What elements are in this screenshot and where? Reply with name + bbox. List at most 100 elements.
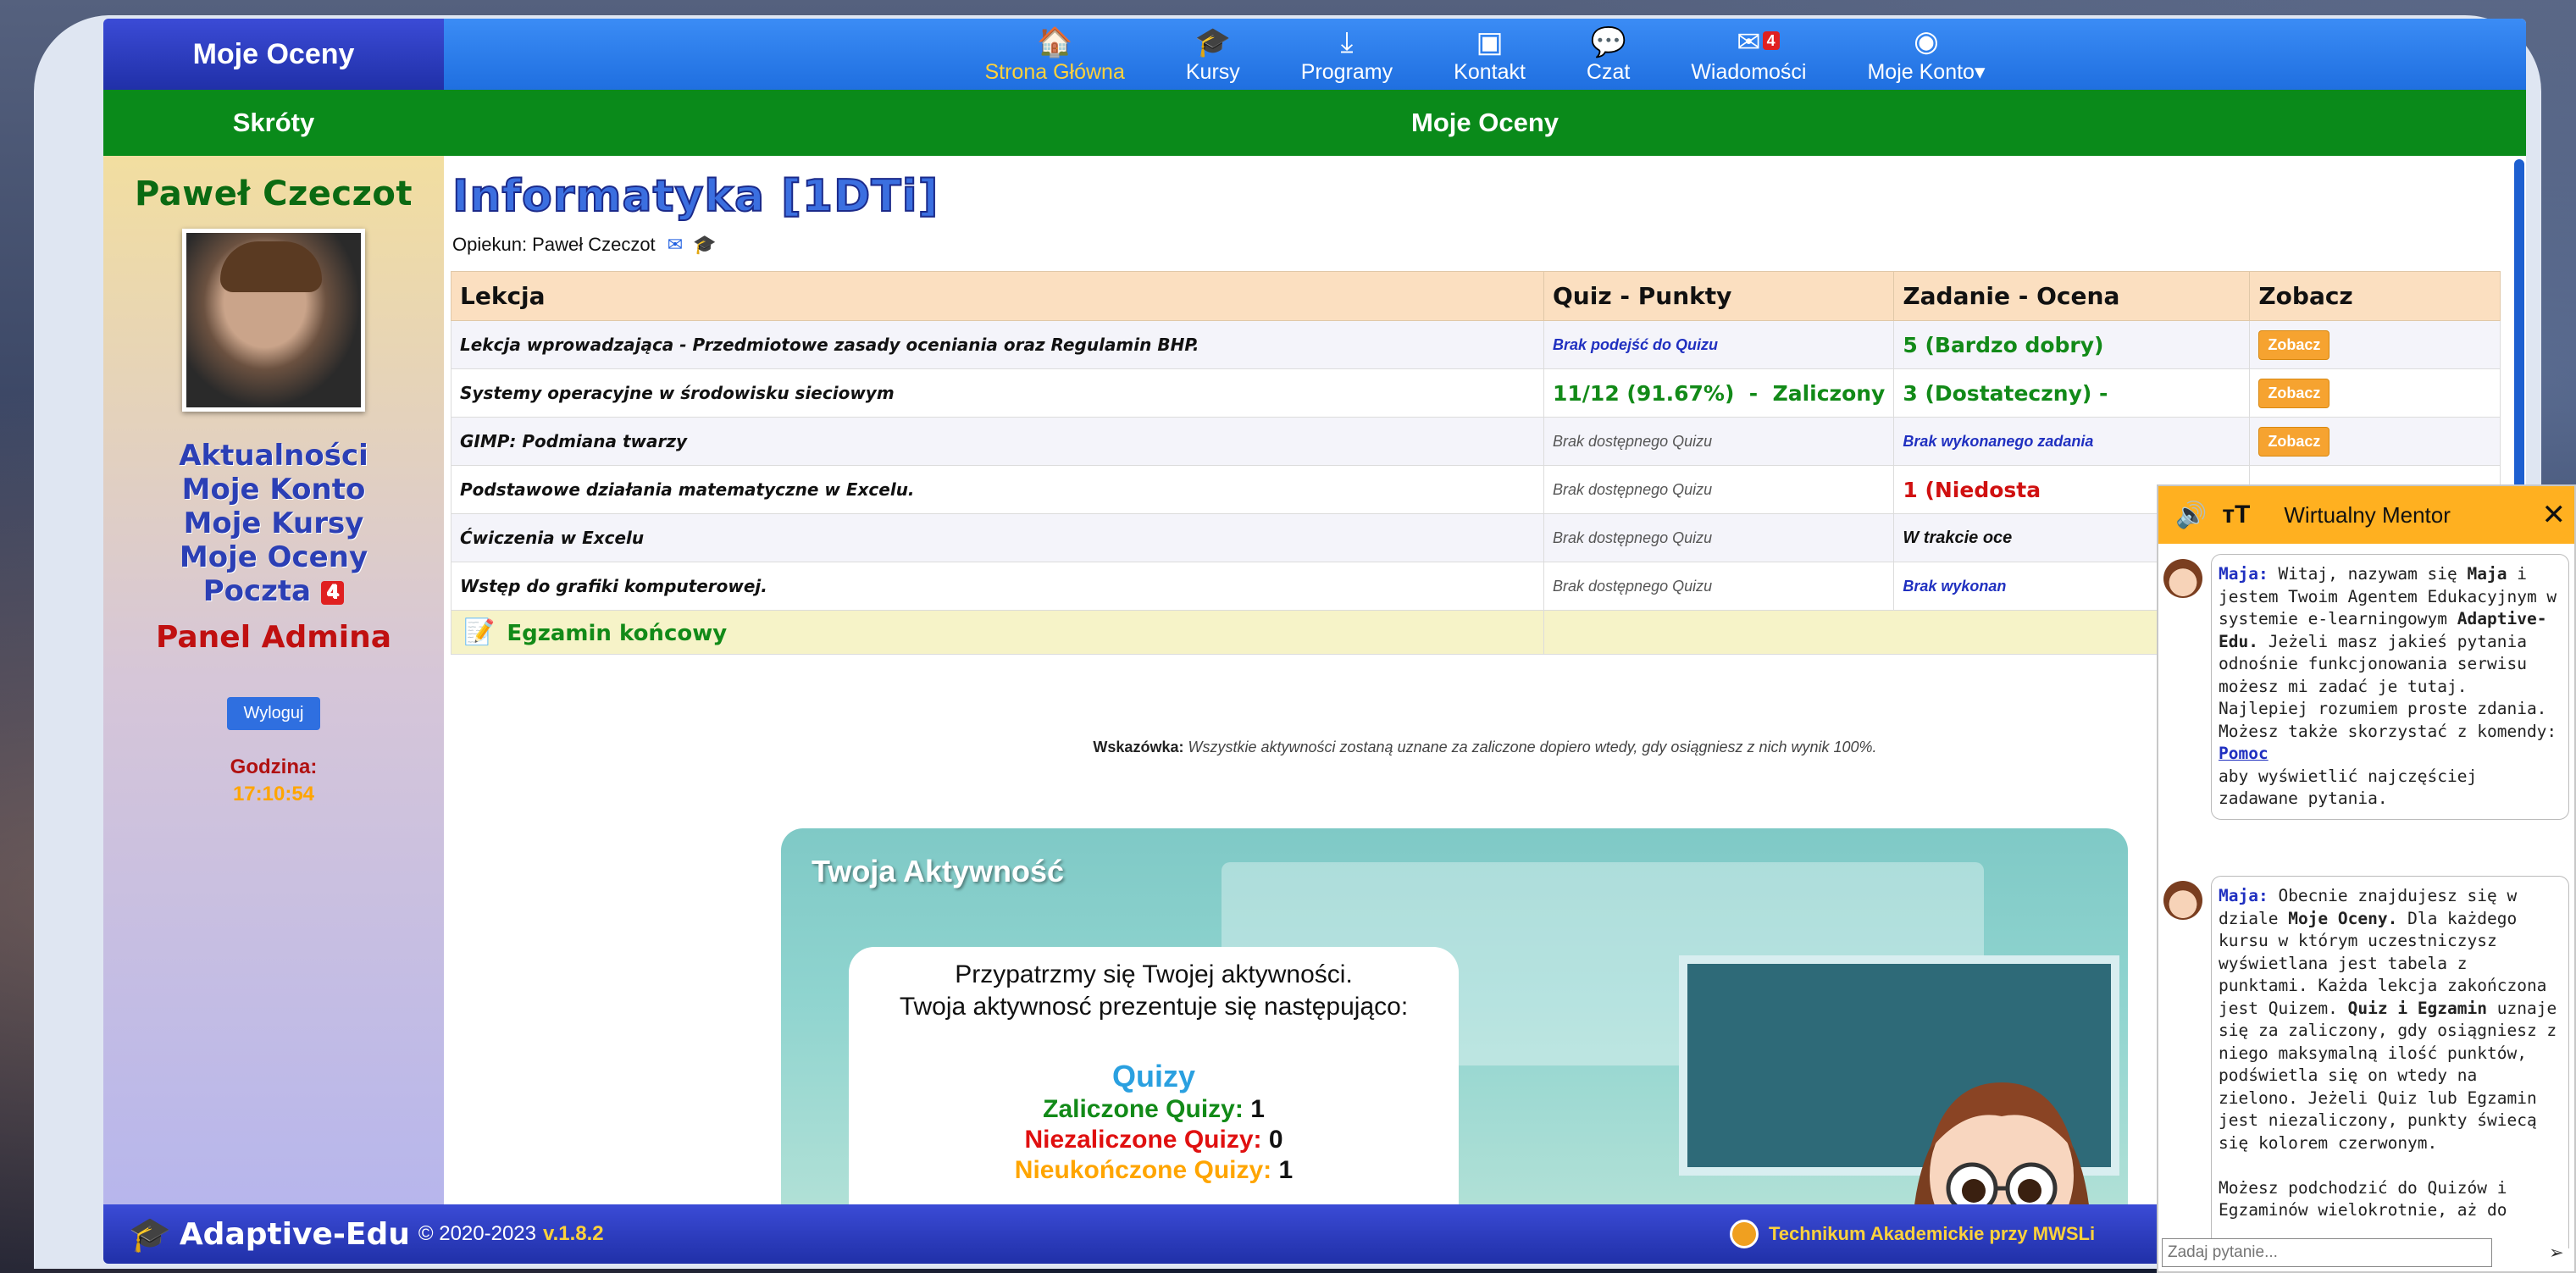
- sidebar-item-my-courses[interactable]: Moje Kursy: [103, 506, 444, 540]
- exam-label: Egzamin końcowy: [507, 621, 728, 646]
- ask-question-input[interactable]: [2162, 1238, 2492, 1267]
- stat-failed: Niezaliczone Quizy: 0: [1024, 1126, 1283, 1154]
- mentor-avatar: [2163, 559, 2202, 598]
- activity-line-2: Twoja aktywnosć prezentuje się następują…: [899, 993, 1409, 1021]
- footer-school[interactable]: Technikum Akademickie przy MWSLi: [1730, 1220, 2095, 1248]
- sidebar-item-mail[interactable]: Poczta 4: [103, 574, 444, 608]
- nav-label-with-caret: Moje Konto▾: [1867, 60, 1986, 84]
- envelope-icon[interactable]: ✉: [668, 234, 683, 255]
- quiz-cell: 11/12 (91.67%) - Zaliczony: [1543, 368, 1895, 418]
- lesson-cell: Systemy operacyjne w środowisku sieciowy…: [451, 368, 1544, 418]
- help-command-link[interactable]: Pomoc: [2219, 744, 2269, 763]
- course-title: Informatyka [1DTi]: [451, 170, 939, 223]
- view-button[interactable]: Zobacz: [2258, 329, 2330, 360]
- mail-badge: 4: [320, 580, 345, 605]
- clock-label: Godzina:: [230, 755, 318, 778]
- quiz-cell: Brak dostępnego Quizu: [1543, 562, 1895, 611]
- nav-label: Wiadomości: [1691, 60, 1807, 84]
- view-cell: Zobacz: [2249, 417, 2501, 466]
- sidebar-links: Aktualności Moje Konto Moje Kursy Moje O…: [103, 439, 444, 608]
- lesson-cell: Lekcja wprowadzająca - Przedmiotowe zasa…: [451, 320, 1544, 369]
- nav-label: Kursy: [1185, 60, 1240, 84]
- chat-message: Maja: Obecnie znajdujesz się w dziale Mo…: [2163, 876, 2569, 1248]
- unread-badge: 4: [1762, 31, 1780, 50]
- view-button[interactable]: Zobacz: [2258, 426, 2330, 457]
- nav-courses[interactable]: 🎓 Kursy: [1155, 26, 1271, 90]
- top-navigation: 🏠 Strona Główna 🎓 Kursy ⤓ Programy ▣ Kon…: [444, 19, 2526, 90]
- view-cell: Zobacz: [2249, 368, 2501, 418]
- user-icon: ◉: [1914, 25, 1939, 58]
- header-quiz: Quiz - Punkty: [1543, 271, 1895, 321]
- exam-cell: 📝 Egzamin końcowy: [451, 610, 1544, 655]
- footer-brand[interactable]: 🎓 Adaptive-Edu: [129, 1215, 410, 1254]
- lesson-cell: GIMP: Podmiana twarzy: [451, 417, 1544, 466]
- nav-label: Czat: [1586, 60, 1631, 84]
- sidebar-item-my-account[interactable]: Moje Konto: [103, 473, 444, 506]
- header-lesson: Lekcja: [451, 271, 1544, 321]
- quiz-cell: Brak dostępnego Quizu: [1543, 417, 1895, 466]
- quiz-cell: Brak dostępnego Quizu: [1543, 513, 1895, 562]
- nav-home[interactable]: 🏠 Strona Główna: [954, 26, 1155, 90]
- quiz-cell: Brak dostępnego Quizu: [1543, 465, 1895, 514]
- admin-panel-link[interactable]: Panel Admina: [103, 620, 444, 655]
- chat-message: Maja: Witaj, nazywam się Maja i jestem T…: [2163, 554, 2569, 820]
- avatar: [182, 229, 365, 412]
- stat-passed: Zaliczone Quizy: 1: [1043, 1095, 1265, 1123]
- section-title: Moje Oceny: [444, 90, 2526, 156]
- task-cell: 5 (Bardzo dobry): [1893, 320, 2251, 369]
- hint-label: Wskazówka:: [1093, 739, 1184, 755]
- mascot-illustration: [1914, 1082, 2089, 1204]
- chat-icon: 💬: [1590, 26, 1626, 58]
- nav-contact[interactable]: ▣ Kontakt: [1423, 26, 1556, 90]
- school-logo-icon: [1730, 1220, 1759, 1248]
- tutor-line: Opiekun: Paweł Czeczot ✉ 🎓: [452, 234, 717, 256]
- footer-version: v.1.8.2: [543, 1222, 604, 1245]
- contact-card-icon: ▣: [1476, 26, 1504, 58]
- footer-copyright: © 2020-2023: [418, 1222, 536, 1245]
- tutor-label: Opiekun: Paweł Czeczot: [452, 234, 656, 255]
- view-button[interactable]: Zobacz: [2258, 378, 2330, 408]
- nav-messages[interactable]: ✉ 4 Wiadomości: [1660, 26, 1836, 90]
- text-size-icon[interactable]: тТ: [2222, 501, 2250, 529]
- sidebar-item-my-grades[interactable]: Moje Oceny: [103, 540, 444, 574]
- nav-chat[interactable]: 💬 Czat: [1556, 26, 1660, 90]
- table-row: Systemy operacyjne w środowisku sieciowy…: [451, 368, 2501, 418]
- caret-down-icon: ▾: [1974, 60, 1986, 84]
- sidebar-item-news[interactable]: Aktualności: [103, 439, 444, 473]
- task-cell: 3 (Dostateczny) -: [1893, 368, 2251, 418]
- lesson-cell: Wstęp do grafiki komputerowej.: [451, 562, 1544, 611]
- quiz-heading: Quizy: [1111, 1059, 1195, 1093]
- stat-unfinished: Nieukończone Quizy: 1: [1014, 1156, 1294, 1184]
- close-icon[interactable]: ✕: [2542, 498, 2567, 532]
- activity-panel: Twoja Aktywność Przypatrzmy się Twojej a…: [781, 828, 2128, 1204]
- nav-my-account[interactable]: ◉ Moje Konto▾: [1836, 25, 2015, 90]
- send-icon[interactable]: ➢: [2550, 1239, 2564, 1267]
- nav-label: Programy: [1300, 60, 1393, 84]
- document-edit-icon: 📝: [463, 618, 496, 646]
- graduation-cap-icon[interactable]: 🎓: [693, 234, 716, 255]
- nav-programs[interactable]: ⤓ Programy: [1271, 26, 1423, 90]
- activity-card: Przypatrzmy się Twojej aktywności. Twoja…: [849, 947, 1459, 1204]
- speaker-icon[interactable]: 🔊: [2175, 501, 2207, 530]
- home-icon: 🏠: [1037, 26, 1073, 58]
- graduation-cap-icon: 🎓: [1194, 26, 1231, 58]
- clock-value: 17:10:54: [232, 783, 315, 805]
- header-view: Zobacz: [2249, 271, 2501, 321]
- brand-title[interactable]: Moje Oceny: [103, 19, 444, 90]
- download-icon: ⤓: [1340, 26, 1354, 58]
- lesson-cell: Podstawowe działania matematyczne w Exce…: [451, 465, 1544, 514]
- logout-button[interactable]: Wyloguj: [226, 697, 321, 730]
- view-cell: Zobacz: [2249, 320, 2501, 369]
- graduation-cap-icon: 🎓: [129, 1215, 171, 1254]
- message-bubble: Maja: Obecnie znajdujesz się w dziale Mo…: [2211, 876, 2569, 1248]
- mentor-title: Wirtualny Mentor: [2284, 501, 2451, 528]
- user-name: Paweł Czeczot: [135, 174, 413, 213]
- envelope-icon: ✉ 4: [1737, 26, 1780, 60]
- shortcuts-header: Skróty: [103, 90, 444, 156]
- mentor-avatar: [2163, 881, 2202, 920]
- mentor-header: 🔊 тТ Wirtualny Mentor ✕: [2158, 486, 2574, 544]
- table-header-row: Lekcja Quiz - Punkty Zadanie - Ocena Zob…: [451, 271, 2501, 321]
- nav-label: Strona Główna: [984, 60, 1125, 84]
- activity-line-1: Przypatrzmy się Twojej aktywności.: [955, 960, 1353, 988]
- mentor-input-row: ➢: [2162, 1237, 2571, 1268]
